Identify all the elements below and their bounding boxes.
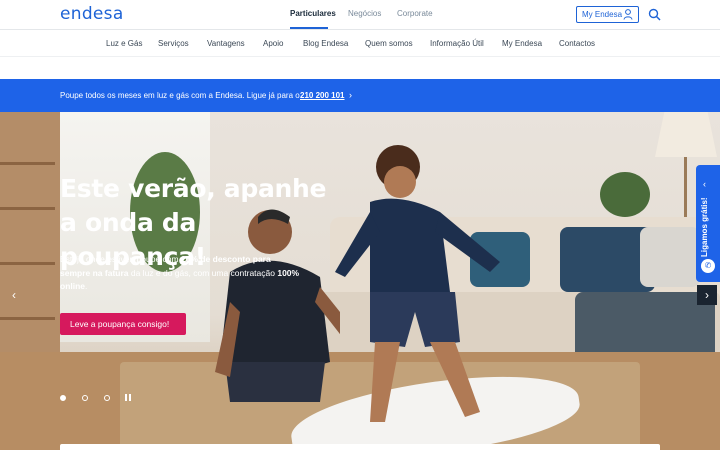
banner-text: Poupe todos os meses em luz e gás com a … bbox=[60, 91, 300, 100]
hero-shelf-line bbox=[0, 162, 55, 165]
chevron-left-icon: ‹ bbox=[703, 179, 706, 189]
carousel-prev-arrow[interactable]: ‹ bbox=[4, 285, 24, 305]
main-nav: Luz e Gás Serviços Vantagens Apoio Blog … bbox=[0, 30, 720, 56]
hero-description: Esteja onde estiver, poupe com 20% de de… bbox=[60, 253, 300, 294]
hero-shelf-line bbox=[0, 207, 55, 210]
promo-banner[interactable]: Poupe todos os meses em luz e gás com a … bbox=[0, 79, 720, 112]
nav-item-luz-e-gas[interactable]: Luz e Gás bbox=[106, 39, 142, 48]
hero-shelf-line bbox=[0, 262, 55, 265]
hero-background-cushion bbox=[640, 227, 700, 287]
nav-item-servicos[interactable]: Serviços bbox=[158, 39, 189, 48]
endesa-logo[interactable]: endesa bbox=[60, 4, 124, 24]
nav-item-vantagens[interactable]: Vantagens bbox=[207, 39, 245, 48]
hero-background-plant bbox=[600, 172, 650, 217]
hero-text-part: . bbox=[85, 281, 88, 291]
carousel-dot-3[interactable] bbox=[104, 395, 110, 401]
ligamos-gratis-label: Ligamos grátis! bbox=[700, 197, 709, 257]
nav-item-informacao-util[interactable]: Informação Útil bbox=[430, 39, 484, 48]
banner-phone-link[interactable]: 210 200 101 bbox=[300, 91, 345, 100]
bottom-card bbox=[60, 444, 660, 450]
nav-item-apoio[interactable]: Apoio bbox=[263, 39, 283, 48]
chevron-right-icon: › bbox=[349, 90, 352, 100]
nav-item-contactos[interactable]: Contactos bbox=[559, 39, 595, 48]
hero-text-part: da luz e do gás, com uma contratação bbox=[128, 267, 278, 278]
top-bar: endesa Particulares Negócios Corporate M… bbox=[0, 0, 720, 30]
segment-corporate[interactable]: Corporate bbox=[397, 9, 433, 18]
nav-item-my-endesa[interactable]: My Endesa bbox=[502, 39, 542, 48]
phone-icon: ✆ bbox=[701, 259, 715, 273]
ligamos-gratis-tab[interactable]: ‹ Ligamos grátis! ✆ bbox=[696, 165, 720, 282]
my-endesa-label: My Endesa bbox=[582, 10, 623, 19]
hero-background-lamp bbox=[655, 112, 717, 157]
search-icon[interactable] bbox=[648, 8, 661, 21]
hero-cta-button[interactable]: Leve a poupança consigo! bbox=[60, 313, 186, 335]
my-endesa-button[interactable]: My Endesa bbox=[576, 6, 639, 23]
nav-item-blog-endesa[interactable]: Blog Endesa bbox=[303, 39, 348, 48]
nav-divider bbox=[0, 56, 720, 57]
segment-negocios[interactable]: Negócios bbox=[348, 9, 381, 18]
nav-item-quem-somos[interactable]: Quem somos bbox=[365, 39, 413, 48]
carousel-dot-1[interactable] bbox=[60, 395, 66, 401]
carousel-next-arrow[interactable]: › bbox=[697, 285, 717, 305]
carousel-dot-2[interactable] bbox=[82, 395, 88, 401]
hero-person-child bbox=[335, 145, 500, 422]
pause-icon[interactable] bbox=[125, 394, 132, 402]
segment-particulares[interactable]: Particulares bbox=[290, 9, 336, 18]
user-icon bbox=[623, 9, 633, 20]
hero-shelf-line bbox=[0, 317, 55, 320]
hero-carousel: Este verão, apanhe a onda da poupança! E… bbox=[0, 112, 720, 450]
hero-text-part: Esteja onde estiver, poupe com bbox=[60, 254, 181, 264]
